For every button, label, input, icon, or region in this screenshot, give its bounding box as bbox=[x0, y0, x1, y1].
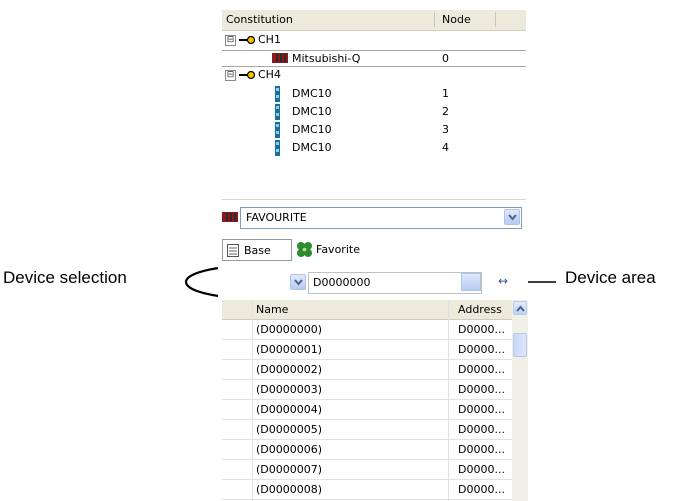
key-icon bbox=[239, 70, 256, 80]
table-row[interactable]: (D0000006) D0000... bbox=[222, 440, 516, 460]
tree-header: Constitution Node bbox=[222, 10, 526, 31]
tree-item-dmc10-4[interactable]: DMC10 4 bbox=[222, 140, 526, 156]
tree-col-constitution[interactable]: Constitution bbox=[226, 13, 293, 26]
device-area-spinner[interactable] bbox=[461, 273, 481, 291]
grid-col-name[interactable]: Name bbox=[256, 303, 288, 316]
grid-column-divider bbox=[448, 300, 449, 501]
device-area-input[interactable]: D0000000 bbox=[308, 272, 482, 294]
tree-item-node: 2 bbox=[442, 105, 449, 118]
row-address: D0000... bbox=[458, 323, 505, 336]
row-name: (D0000007) bbox=[256, 463, 323, 476]
tree-item-label: Mitsubishi-Q bbox=[292, 52, 361, 65]
row-name: (D0000003) bbox=[256, 383, 323, 396]
tree-item-node: 0 bbox=[442, 52, 449, 65]
grid-header: Name Address bbox=[222, 300, 526, 320]
tree-item-node: 3 bbox=[442, 123, 449, 136]
tree-item-label: DMC10 bbox=[292, 123, 332, 136]
tree-bottom-divider bbox=[222, 199, 526, 200]
dmc-icon bbox=[275, 104, 280, 120]
tree-col-node[interactable]: Node bbox=[442, 13, 471, 26]
row-name: (D0000004) bbox=[256, 403, 323, 416]
tab-base[interactable]: Base bbox=[222, 239, 292, 261]
tab-favorite-label: Favorite bbox=[316, 243, 360, 256]
list-icon bbox=[227, 244, 239, 257]
grid-scrollbar[interactable] bbox=[512, 300, 528, 501]
tree-item-node: 4 bbox=[442, 141, 449, 154]
tree-item-label: DMC10 bbox=[292, 141, 332, 154]
scroll-thumb[interactable] bbox=[513, 333, 527, 357]
row-name: (D0000000) bbox=[256, 323, 323, 336]
clover-icon bbox=[297, 242, 312, 257]
scroll-up-button[interactable] bbox=[513, 301, 527, 315]
tree-item-label: CH4 bbox=[258, 68, 281, 81]
table-row[interactable]: (D0000003) D0000... bbox=[222, 380, 516, 400]
row-address: D0000... bbox=[458, 403, 505, 416]
tree-item-dmc10-1[interactable]: DMC10 1 bbox=[222, 86, 526, 102]
tab-base-label: Base bbox=[244, 244, 271, 257]
tree-item-label: DMC10 bbox=[292, 105, 332, 118]
row-address: D0000... bbox=[458, 463, 505, 476]
tree-item-label: CH1 bbox=[258, 33, 281, 46]
row-address: D0000... bbox=[458, 483, 505, 496]
tree-item-node: 1 bbox=[442, 87, 449, 100]
dmc-icon bbox=[275, 86, 280, 102]
plc-selector-dropdown[interactable]: FAVOURITE bbox=[240, 207, 522, 229]
tab-favorite[interactable]: Favorite bbox=[292, 239, 372, 261]
table-row[interactable]: (D0000007) D0000... bbox=[222, 460, 516, 480]
grid-column-divider bbox=[252, 300, 253, 501]
row-name: (D0000001) bbox=[256, 343, 323, 356]
device-panel: Constitution Node ⊟ CH1 Mitsubishi-Q 0 ⊟… bbox=[218, 0, 528, 501]
device-selector-dropdown[interactable]: D bbox=[218, 272, 308, 294]
chevron-down-icon[interactable] bbox=[290, 274, 306, 290]
row-address: D0000... bbox=[458, 363, 505, 376]
table-row[interactable]: (D0000000) D0000... bbox=[222, 320, 516, 340]
row-address: D0000... bbox=[458, 383, 505, 396]
dmc-icon bbox=[275, 140, 280, 156]
table-row[interactable]: (D0000004) D0000... bbox=[222, 400, 516, 420]
row-address: D0000... bbox=[458, 343, 505, 356]
column-separator[interactable] bbox=[495, 12, 496, 27]
tree-item-dmc10-3[interactable]: DMC10 3 bbox=[222, 122, 526, 138]
grid-col-address[interactable]: Address bbox=[458, 303, 502, 316]
device-area-value: D0000000 bbox=[313, 276, 371, 289]
collapse-icon[interactable]: ⊟ bbox=[225, 35, 236, 46]
row-name: (D0000006) bbox=[256, 443, 323, 456]
row-address: D0000... bbox=[458, 443, 505, 456]
key-icon bbox=[239, 35, 256, 45]
tree-item-dmc10-2[interactable]: DMC10 2 bbox=[222, 104, 526, 120]
plc-selector-value: FAVOURITE bbox=[246, 211, 307, 224]
row-name: (D0000005) bbox=[256, 423, 323, 436]
plc-icon bbox=[222, 212, 238, 222]
row-name: (D0000008) bbox=[256, 483, 323, 496]
chevron-down-icon[interactable] bbox=[504, 209, 520, 225]
dmc-icon bbox=[275, 122, 280, 138]
tree-item-ch4[interactable]: ⊟ CH4 bbox=[222, 67, 526, 83]
table-row[interactable]: (D0000001) D0000... bbox=[222, 340, 516, 360]
collapse-icon[interactable]: ⊟ bbox=[225, 70, 236, 81]
column-separator[interactable] bbox=[434, 12, 435, 27]
table-row[interactable]: (D0000005) D0000... bbox=[222, 420, 516, 440]
plc-icon bbox=[272, 53, 288, 63]
table-row[interactable]: (D0000008) D0000... bbox=[222, 480, 516, 500]
row-address: D0000... bbox=[458, 423, 505, 436]
tree-item-label: DMC10 bbox=[292, 87, 332, 100]
tree-item-mitsubishi-q[interactable]: Mitsubishi-Q 0 bbox=[222, 50, 526, 67]
row-name: (D0000002) bbox=[256, 363, 323, 376]
tree-item-ch1[interactable]: ⊟ CH1 bbox=[222, 32, 526, 48]
swap-arrows-icon[interactable]: ↔ bbox=[498, 274, 508, 288]
table-row[interactable]: (D0000002) D0000... bbox=[222, 360, 516, 380]
